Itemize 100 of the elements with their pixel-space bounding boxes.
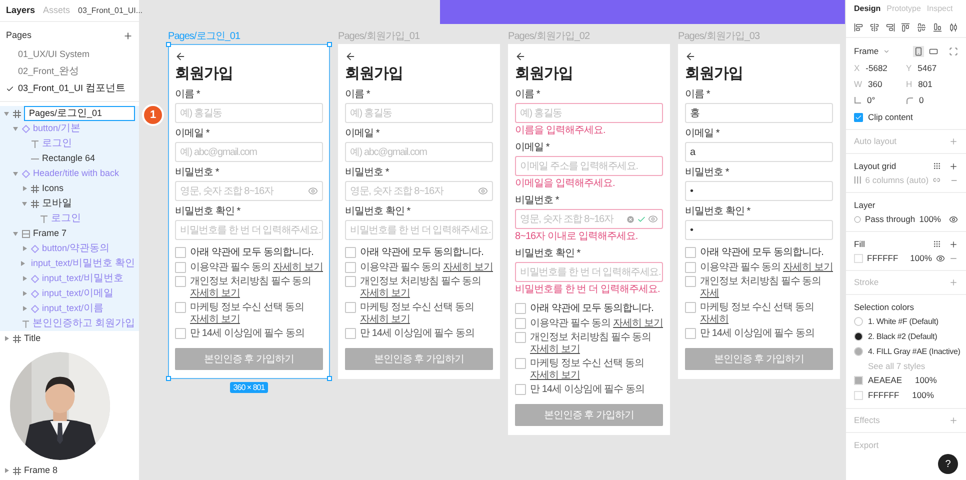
input-field[interactable]: • bbox=[685, 220, 833, 240]
page-item[interactable]: 03_Front_01_UI 컴포넌트 bbox=[0, 80, 139, 97]
error-message: 비밀번호를 한 번 더 입력해주세요. bbox=[515, 283, 661, 296]
field-text: 예) 홍길동 bbox=[180, 106, 223, 120]
details-link[interactable]: 자세히 보기 bbox=[783, 262, 833, 273]
terms-label: 만 14세 이상임에 필수 동의 bbox=[700, 328, 815, 340]
details-link[interactable]: 자세히 보기 bbox=[530, 370, 580, 381]
layer-row[interactable]: Title bbox=[0, 331, 139, 346]
property-value[interactable]: 360 bbox=[868, 78, 882, 91]
error-message: 이름을 입력해주세요. bbox=[515, 124, 606, 137]
field-text: a bbox=[690, 146, 696, 160]
property-label: X bbox=[854, 62, 860, 75]
color-style-name[interactable]: 4. FILL Gray #AE (Inactive) bbox=[868, 346, 960, 358]
layer-name: input_text/이메일 bbox=[42, 287, 114, 301]
layer-name: input_text/비밀번호 확인 bbox=[31, 257, 136, 271]
blend-mode[interactable]: Pass through bbox=[865, 212, 916, 226]
layer-name: input_text/이름 bbox=[42, 302, 104, 316]
color-style-name[interactable]: 1. White #F (Default) bbox=[868, 316, 938, 328]
section-title: Frame bbox=[854, 44, 879, 58]
panel-tab[interactable]: Layers bbox=[6, 4, 36, 18]
field-label: 이름 * bbox=[515, 88, 541, 101]
section-title: Layout grid bbox=[854, 160, 896, 172]
color-style-name[interactable]: 2. Black #2 (Default) bbox=[868, 330, 938, 342]
field-label: 비밀번호 확인 * bbox=[515, 247, 582, 260]
panel-tab[interactable]: Design bbox=[854, 3, 881, 15]
agree-all-label: 아래 약관에 모두 동의합니다. bbox=[360, 246, 484, 259]
layer-name: input_text/비밀번호 bbox=[42, 272, 124, 286]
color-hex[interactable]: FFFFFF bbox=[868, 389, 900, 402]
details-link[interactable]: 자세히 보기 bbox=[360, 288, 410, 299]
details-link[interactable]: 자세히 보기 bbox=[273, 262, 323, 273]
field-label: 이메일 * bbox=[175, 127, 210, 140]
layer-row[interactable]: Icons bbox=[0, 181, 139, 196]
terms-label: 이용약관 필수 동의 자세히 보기 bbox=[360, 262, 493, 274]
help-button[interactable]: ? bbox=[938, 454, 958, 474]
details-link[interactable]: 자세히 보기 bbox=[190, 314, 240, 325]
color-hex[interactable]: AEAEAE bbox=[868, 374, 902, 387]
page-item[interactable]: 01_UX/UI System bbox=[0, 46, 139, 63]
details-link[interactable]: 자세히 보기 bbox=[443, 262, 493, 273]
layer-row[interactable]: Rectangle 64 bbox=[0, 151, 139, 166]
color-opacity[interactable]: 100% bbox=[912, 389, 934, 402]
terms-label: 이용약관 필수 동의 자세히 보기 bbox=[530, 318, 663, 330]
terms-label: 개인정보 처리방침 필수 동의 자세 bbox=[700, 276, 822, 300]
layer-name: 로그인 bbox=[42, 137, 72, 151]
page-item[interactable]: 02_Front_완성 bbox=[0, 63, 139, 80]
field-label: 비밀번호 * bbox=[685, 166, 730, 179]
field-text: 예) abc@gmail.com bbox=[180, 146, 258, 160]
section-title: Effects bbox=[854, 414, 880, 427]
layer-name-field[interactable]: Pages/로그인_01 bbox=[24, 106, 135, 121]
input-field[interactable]: a bbox=[685, 142, 833, 162]
field-label: 이름 * bbox=[175, 88, 201, 101]
layer-name: Title bbox=[24, 332, 41, 345]
agree-all-label: 아래 약관에 모두 동의합니다. bbox=[530, 302, 654, 315]
property-value[interactable]: -5682 bbox=[866, 62, 888, 75]
property-value[interactable]: 801 bbox=[918, 78, 932, 91]
agree-all-label: 아래 약관에 모두 동의합니다. bbox=[700, 246, 824, 259]
layer-row[interactable]: 모바일 bbox=[0, 196, 139, 211]
field-text: 이메일 주소를 입력해주세요. bbox=[520, 160, 639, 174]
details-link[interactable]: 자세히 보기 bbox=[190, 288, 240, 299]
page-name: 03_Front_01_UI 컴포넌트 bbox=[18, 82, 126, 96]
field-text: 비밀번호를 한 번 더 입력해주세요. bbox=[180, 224, 321, 238]
layer-name: Frame 7 bbox=[33, 226, 67, 240]
details-link[interactable]: 자세히 bbox=[700, 314, 729, 325]
details-link[interactable]: 자세 bbox=[700, 288, 720, 299]
field-label: 이름 * bbox=[685, 88, 711, 101]
page-menu[interactable]: 03_Front_01_UI... bbox=[78, 4, 143, 16]
details-link[interactable]: 자세히 보기 bbox=[530, 344, 580, 355]
field-text: • bbox=[690, 184, 694, 198]
property-label: H bbox=[906, 78, 912, 91]
details-link[interactable]: 자세히 보기 bbox=[360, 314, 410, 325]
radius-value[interactable]: 0 bbox=[919, 94, 924, 107]
field-text: 영문, 숫자 조합 8~16자 bbox=[350, 184, 445, 198]
layer-name: Frame 8 bbox=[24, 464, 58, 477]
layer-name: button/약관동의 bbox=[42, 242, 110, 256]
layer-row[interactable]: Pages/로그인_01 bbox=[0, 106, 139, 121]
section-title: Selection colors bbox=[854, 301, 916, 314]
terms-label: 이용약관 필수 동의 자세히 보기 bbox=[190, 262, 323, 274]
input-field[interactable]: 홍 bbox=[685, 103, 833, 123]
field-label: 비밀번호 확인 * bbox=[175, 205, 242, 218]
rotation-value[interactable]: 0° bbox=[867, 94, 876, 107]
details-link[interactable]: 자세히 보기 bbox=[613, 318, 663, 329]
property-label: Y bbox=[906, 62, 912, 75]
phone-frame[interactable]: 회원가입 이름 * 홍 이메일 * a 비밀번호 * • 비밀번호 확인 * • 아래 약관에 모두 동의합니다. 이용약관 필수 동의 자세히 보기 개인정보 처리방침 필수 동의 자세 마케팅 정보 수신 선택 동의 자세히 만 14세 이상임에 필수 동의 본인인증 후 가입하기 bbox=[678, 44, 840, 379]
terms-label: 개인정보 처리방침 필수 동의 자세히 보기 bbox=[190, 276, 312, 300]
terms-label: 마케팅 정보 수신 선택 동의 자세히 보기 bbox=[360, 302, 475, 326]
field-label: 비밀번호 * bbox=[175, 166, 220, 179]
color-opacity[interactable]: 100% bbox=[915, 374, 937, 387]
layer-name: Rectangle 64 bbox=[42, 152, 96, 165]
layer-row[interactable]: Frame 7 bbox=[0, 226, 139, 241]
opacity-value[interactable]: 100% bbox=[919, 212, 941, 226]
fill-opacity[interactable]: 100% bbox=[910, 252, 932, 264]
terms-label: 마케팅 정보 수신 선택 동의 자세히 보기 bbox=[190, 302, 305, 326]
field-label: 비밀번호 * bbox=[345, 166, 390, 179]
input-field[interactable]: • bbox=[685, 181, 833, 201]
field-text: 홍 bbox=[690, 106, 700, 120]
field-text: 영문, 숫자 조합 8~16자 bbox=[520, 212, 615, 226]
section-title: Fill bbox=[854, 238, 865, 250]
field-label: 이메일 * bbox=[515, 141, 550, 154]
fill-hex[interactable]: FFFFFF bbox=[867, 252, 898, 264]
property-value[interactable]: 5467 bbox=[918, 62, 937, 75]
layer-row[interactable]: Frame 8 bbox=[0, 463, 139, 478]
